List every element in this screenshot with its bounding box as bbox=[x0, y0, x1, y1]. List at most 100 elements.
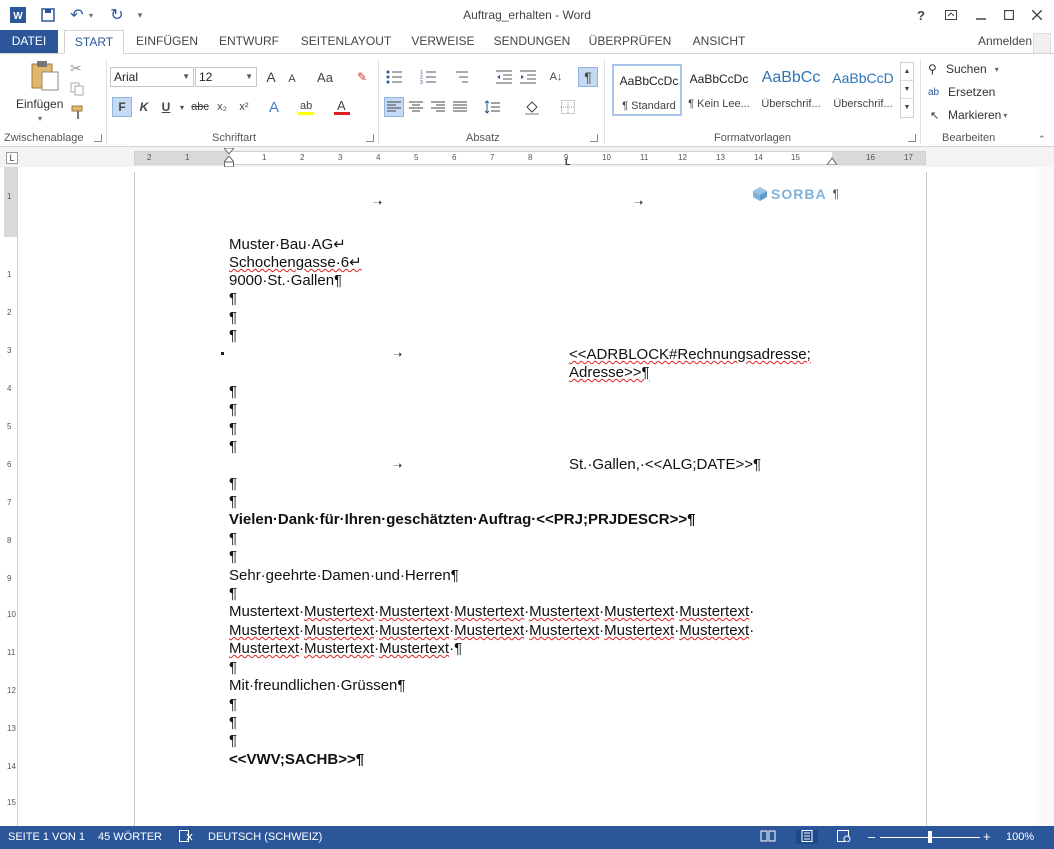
ruler-tick: 15 bbox=[7, 798, 16, 807]
align-right-icon[interactable] bbox=[428, 97, 448, 117]
tab-start[interactable]: START bbox=[64, 30, 124, 54]
cut-icon[interactable]: ✂ bbox=[70, 60, 86, 76]
copy-icon[interactable] bbox=[70, 82, 86, 98]
sign-in-link[interactable]: Anmelden bbox=[978, 34, 1032, 48]
ruler-tick: 4 bbox=[376, 153, 381, 162]
decrease-indent-icon[interactable] bbox=[494, 67, 514, 87]
paste-button[interactable]: Einfügen bbox=[16, 97, 63, 111]
page-count[interactable]: SEITE 1 VON 1 bbox=[8, 831, 85, 843]
bullets-icon[interactable] bbox=[384, 67, 404, 87]
line-spacing-icon[interactable] bbox=[482, 97, 502, 117]
strikethrough-button[interactable]: abc bbox=[190, 97, 210, 117]
body-word: Mustertext bbox=[679, 603, 750, 620]
tab-seitenlayout[interactable]: SEITENLAYOUT bbox=[296, 30, 396, 53]
clipboard-launcher-icon[interactable] bbox=[94, 134, 102, 142]
more-styles-icon[interactable]: ▼ bbox=[901, 99, 913, 117]
style-preview: AaBbCcD bbox=[832, 70, 894, 86]
font-launcher-icon[interactable] bbox=[366, 134, 374, 142]
tab-sendungen[interactable]: SENDUNGEN bbox=[490, 30, 574, 53]
zoom-out-button[interactable]: – bbox=[868, 829, 875, 844]
chevron-down-icon[interactable]: ▼ bbox=[901, 81, 913, 99]
increase-indent-icon[interactable] bbox=[518, 67, 538, 87]
paragraph-launcher-icon[interactable] bbox=[590, 134, 598, 142]
bold-button[interactable]: F bbox=[112, 97, 132, 117]
chevron-up-icon[interactable]: ▲ bbox=[901, 63, 913, 81]
print-layout-icon[interactable] bbox=[796, 830, 818, 844]
justify-icon[interactable] bbox=[450, 97, 470, 117]
right-indent-marker-icon[interactable] bbox=[826, 154, 838, 168]
style-name: ¶ Standard bbox=[622, 100, 676, 112]
paste-icon[interactable] bbox=[28, 60, 60, 92]
font-size-combo[interactable]: 12 ▼ bbox=[195, 67, 257, 87]
tab-entwurf[interactable]: ENTWURF bbox=[214, 30, 284, 53]
collapse-ribbon-icon[interactable]: ⌃ bbox=[1038, 134, 1046, 145]
highlight-color-icon[interactable]: ab bbox=[296, 97, 316, 117]
language[interactable]: DEUTSCH (SCHWEIZ) bbox=[208, 831, 322, 843]
tab-datei[interactable]: DATEI bbox=[0, 30, 58, 53]
text-effects-icon[interactable]: A bbox=[264, 97, 284, 117]
select-button[interactable]: ↖ Markieren ▾ bbox=[930, 108, 1007, 122]
ruler-tick: 2 bbox=[147, 153, 152, 162]
proofing-icon[interactable] bbox=[178, 830, 194, 844]
multilevel-list-icon[interactable] bbox=[452, 67, 472, 87]
close-icon[interactable] bbox=[1022, 4, 1052, 26]
read-mode-icon[interactable] bbox=[760, 830, 776, 844]
zoom-slider-thumb[interactable] bbox=[928, 831, 932, 843]
tab-selector[interactable]: L bbox=[6, 152, 18, 164]
style-no-spacing[interactable]: AaBbCcDc ¶ Kein Lee... bbox=[684, 64, 754, 116]
ribbon-display-options-icon[interactable] bbox=[936, 4, 966, 26]
style-standard[interactable]: AaBbCcDc ¶ Standard bbox=[612, 64, 682, 116]
align-center-icon[interactable] bbox=[406, 97, 426, 117]
styles-gallery-scroll[interactable]: ▲ ▼ ▼ bbox=[900, 62, 914, 118]
font-color-icon[interactable]: A bbox=[332, 97, 352, 117]
find-button[interactable]: ⚲ Suchen ▾ bbox=[928, 62, 999, 76]
change-case-icon: Aa bbox=[317, 69, 333, 85]
italic-button[interactable]: K bbox=[134, 97, 154, 117]
sort-icon[interactable]: A↓ bbox=[546, 67, 566, 87]
show-formatting-marks-icon[interactable]: ¶ bbox=[578, 67, 598, 87]
replace-button[interactable]: ab Ersetzen bbox=[928, 85, 995, 99]
chevron-down-icon: ▼ bbox=[182, 72, 190, 81]
styles-launcher-icon[interactable] bbox=[908, 134, 916, 142]
zoom-in-button[interactable]: + bbox=[983, 829, 991, 844]
clear-formatting-icon[interactable]: ✎ bbox=[352, 67, 372, 87]
style-heading-1[interactable]: AaBbCc Überschrif... bbox=[756, 64, 826, 116]
ruler-tick: 16 bbox=[866, 153, 875, 162]
tab-ansicht[interactable]: ANSICHT bbox=[686, 30, 752, 53]
zoom-slider[interactable] bbox=[880, 831, 980, 843]
style-heading-2[interactable]: AaBbCcD Überschrif... bbox=[828, 64, 898, 116]
web-layout-icon[interactable] bbox=[836, 830, 852, 844]
chevron-down-icon: ▾ bbox=[994, 64, 999, 74]
underline-button[interactable]: U bbox=[156, 97, 176, 117]
tab-einfuegen[interactable]: EINFÜGEN bbox=[132, 30, 202, 53]
horizontal-ruler[interactable]: 2 1 1 2 3 4 5 6 7 8 9 10 11 12 13 14 15 … bbox=[134, 147, 926, 168]
vertical-scrollbar[interactable] bbox=[1036, 167, 1054, 826]
grow-font-button[interactable]: A bbox=[261, 67, 281, 87]
superscript-button[interactable]: x² bbox=[234, 97, 254, 117]
numbering-icon[interactable]: 123 bbox=[418, 67, 438, 87]
format-painter-icon[interactable] bbox=[70, 104, 86, 120]
date-line: St.·Gallen,·<<ALG;DATE>>¶ bbox=[569, 456, 762, 473]
borders-icon[interactable] bbox=[558, 97, 578, 117]
shading-icon[interactable] bbox=[522, 97, 542, 117]
scroll-up-icon[interactable] bbox=[1033, 33, 1051, 55]
document-page[interactable]: ➝ ➝ SORBA ¶ Muster·Bau·AG↵ Schochengasse… bbox=[134, 172, 927, 832]
vertical-ruler[interactable]: 1 1 2 3 4 5 6 7 8 9 10 11 12 13 14 15 bbox=[4, 167, 18, 826]
maximize-icon[interactable] bbox=[994, 4, 1024, 26]
tab-verweise[interactable]: VERWEISE bbox=[408, 30, 478, 53]
paste-dropdown-icon[interactable]: ▾ bbox=[38, 114, 42, 123]
shrink-font-button[interactable]: A bbox=[282, 69, 302, 89]
help-button[interactable]: ? bbox=[906, 4, 936, 26]
minimize-icon[interactable] bbox=[966, 4, 996, 26]
tab-ueberpruefen[interactable]: ÜBERPRÜFEN bbox=[586, 30, 674, 53]
font-family-combo[interactable]: Arial ▼ bbox=[110, 67, 194, 87]
underline-icon: U bbox=[161, 100, 171, 114]
word-count[interactable]: 45 WÖRTER bbox=[98, 831, 162, 843]
body-word: Mustertext bbox=[379, 622, 450, 639]
align-left-icon[interactable] bbox=[384, 97, 404, 117]
tab-stop-icon[interactable]: L bbox=[565, 157, 571, 167]
subscript-button[interactable]: x₂ bbox=[212, 97, 232, 117]
change-case-button[interactable]: Aa bbox=[310, 67, 340, 87]
zoom-level[interactable]: 100% bbox=[1006, 831, 1034, 843]
underline-dropdown-icon[interactable]: ▾ bbox=[176, 97, 188, 117]
